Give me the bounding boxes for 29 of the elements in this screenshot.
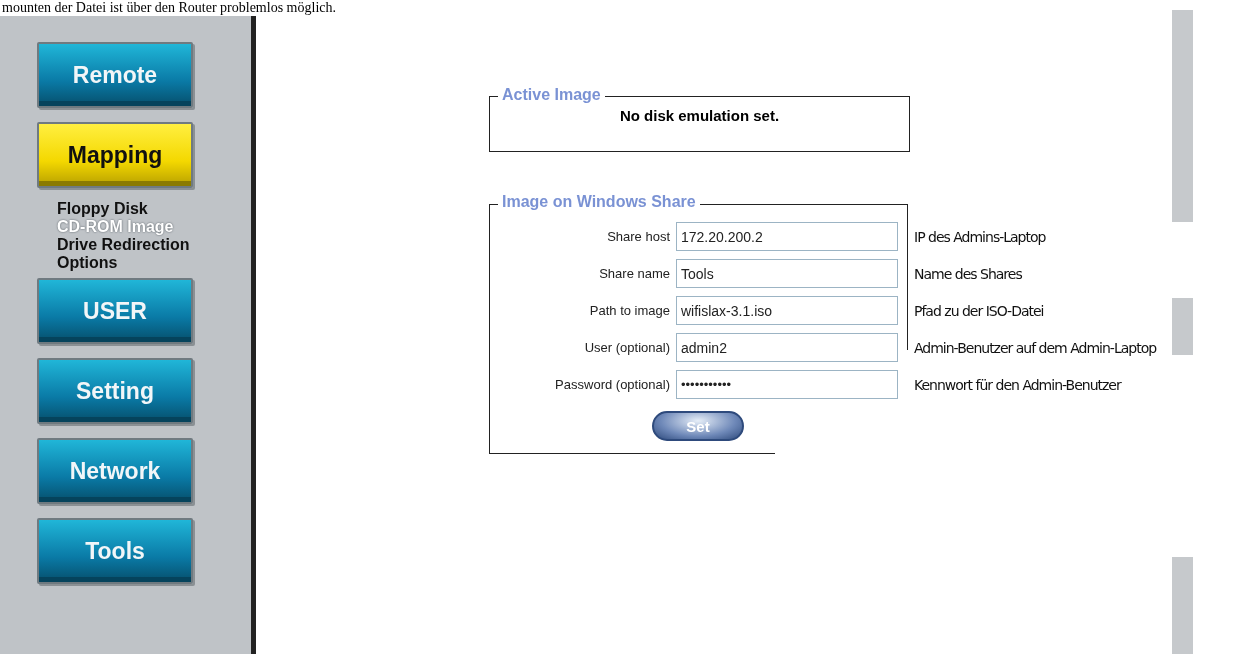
annotation-text: Admin-Benutzer auf dem Admin-Laptop bbox=[914, 339, 1157, 356]
submenu-link[interactable]: Options bbox=[57, 254, 251, 272]
annotation-text: IP des Admins-Laptop bbox=[914, 228, 1046, 245]
margin-stripe bbox=[1172, 298, 1193, 355]
field-label: User (optional) bbox=[583, 340, 671, 355]
annotation-text: Name des Shares bbox=[914, 265, 1022, 282]
text-field[interactable]: admin2 bbox=[676, 333, 898, 362]
group-legend: Image on Windows Share bbox=[498, 193, 700, 211]
nav-button[interactable]: Mapping bbox=[37, 122, 193, 188]
nav-button[interactable]: Network bbox=[37, 438, 193, 504]
field-label: Password (optional) bbox=[554, 377, 671, 392]
text-field[interactable]: 172.20.200.2 bbox=[676, 222, 898, 251]
text-field[interactable]: wifislax-3.1.iso bbox=[676, 296, 898, 325]
password-field[interactable]: ••••••••••• bbox=[676, 370, 898, 399]
status-text: No disk emulation set. bbox=[618, 106, 781, 124]
field-label: Path to image bbox=[588, 303, 671, 318]
nav-button[interactable]: USER bbox=[37, 278, 193, 344]
nav-button[interactable]: Setting bbox=[37, 358, 193, 424]
group-legend: Active Image bbox=[498, 86, 605, 104]
submenu-link[interactable]: Floppy Disk bbox=[57, 200, 251, 218]
nav-button[interactable]: Remote bbox=[37, 42, 193, 108]
text-field[interactable]: Tools bbox=[676, 259, 898, 288]
annotation-text: Pfad zu der ISO-Datei bbox=[914, 302, 1044, 319]
field-label: Share host bbox=[606, 229, 671, 244]
field-label: Share name bbox=[598, 266, 671, 281]
annotation-text: Kennwort für den Admin-Benutzer bbox=[914, 376, 1121, 393]
nav-button[interactable]: Tools bbox=[37, 518, 193, 584]
body-text: mounten der Datei ist über den Router problemlos möglich. bbox=[1, 0, 337, 16]
submenu-link[interactable]: Drive Redirection bbox=[57, 236, 251, 254]
